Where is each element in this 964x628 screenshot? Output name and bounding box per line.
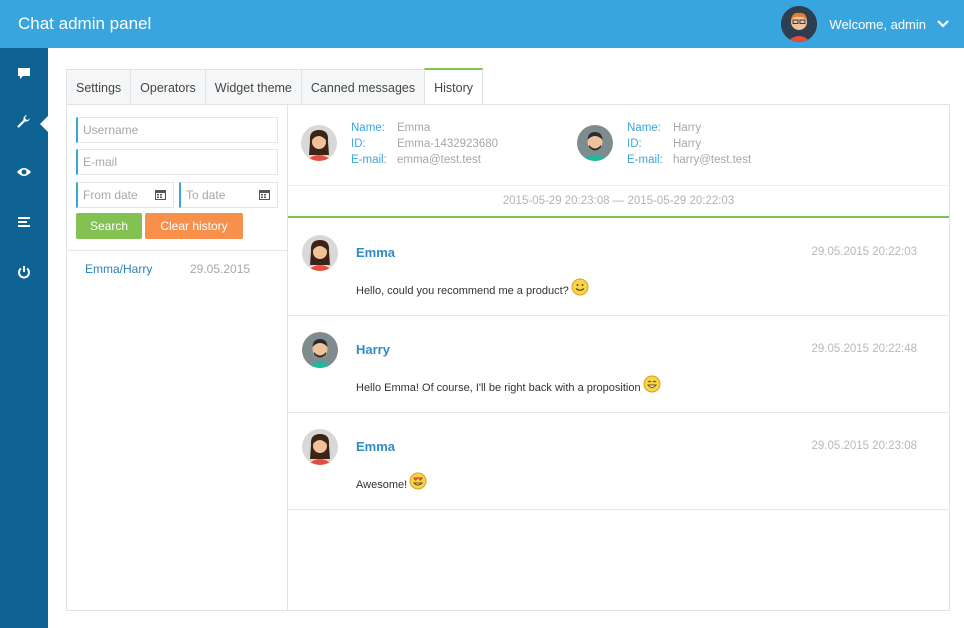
grin-emoji-icon [643, 375, 661, 393]
tab-widget-theme[interactable]: Widget theme [204, 69, 301, 105]
id-label: ID: [351, 138, 366, 150]
message-author: Emma [356, 245, 396, 260]
emma-avatar [301, 125, 337, 161]
email-label: E-mail: [627, 154, 663, 166]
id-label: ID: [627, 138, 642, 150]
participant-emma-info: Name: Emma ID: Emma-1432923680 E-mail: emma… [351, 120, 498, 168]
from-date-input[interactable]: From date [76, 182, 174, 208]
top-bar: Chat admin panel Welcome, admin [0, 0, 964, 48]
message-text: Hello, could you recommend me a product? [356, 285, 569, 297]
clear-history-button[interactable]: Clear history [145, 213, 243, 239]
participant-email: harry@test.test [673, 154, 752, 166]
name-label: Name: [627, 122, 661, 134]
participant-id: Harry [673, 138, 702, 150]
chat-icon[interactable] [14, 64, 34, 84]
search-button[interactable]: Search [76, 213, 142, 239]
eye-icon[interactable] [14, 162, 34, 182]
message-time: 29.05.2015 20:23:08 [811, 440, 917, 452]
participant-name: Harry [673, 122, 702, 134]
tab-canned-messages[interactable]: Canned messages [300, 69, 425, 105]
smile-emoji-icon [571, 278, 589, 296]
wrench-icon[interactable] [14, 112, 34, 132]
message-item: Emma 29.05.2015 20:23:08 Awesome! [288, 413, 949, 510]
heart-eyes-emoji-icon [409, 472, 427, 490]
email-label: E-mail: [351, 154, 387, 166]
message-item: Emma 29.05.2015 20:22:03 Hello, could yo… [288, 219, 949, 316]
list-icon[interactable] [14, 212, 34, 232]
divider [67, 250, 287, 251]
tab-settings[interactable]: Settings [66, 69, 131, 105]
participants-header: Name: Emma ID: Emma-1432923680 E-mail: emma… [288, 105, 949, 185]
name-label: Name: [351, 122, 385, 134]
calendar-icon[interactable] [155, 189, 166, 200]
chat-date-range: 2015-05-29 20:23:08 — 2015-05-29 20:22:0… [288, 185, 949, 218]
tab-bar: Settings Operators Widget theme Canned m… [66, 68, 484, 105]
welcome-text: Welcome, admin [829, 16, 926, 32]
admin-avatar [781, 6, 818, 42]
tab-history[interactable]: History [424, 68, 484, 105]
emma-avatar [302, 429, 338, 465]
chevron-down-icon[interactable] [936, 17, 950, 31]
message-body: Hello Emma! Of course, I'll be right bac… [356, 375, 661, 397]
message-time: 29.05.2015 20:22:48 [811, 343, 917, 355]
calendar-icon[interactable] [259, 189, 270, 200]
user-menu[interactable]: Welcome, admin [781, 6, 950, 42]
message-text: Hello Emma! Of course, I'll be right bac… [356, 382, 641, 394]
tab-operators[interactable]: Operators [130, 69, 205, 105]
to-date-input[interactable]: To date [179, 182, 278, 208]
message-time: 29.05.2015 20:22:03 [811, 246, 917, 258]
message-item: Harry 29.05.2015 20:22:48 Hello Emma! Of… [288, 316, 949, 413]
message-body: Awesome! [356, 472, 427, 494]
to-date-placeholder: To date [186, 188, 226, 202]
power-icon[interactable] [14, 262, 34, 282]
harry-avatar [302, 332, 338, 368]
participant-name: Emma [397, 122, 431, 134]
harry-avatar [577, 125, 613, 161]
participant-email: emma@test.test [397, 154, 481, 166]
sidebar [0, 48, 48, 628]
filter-column [66, 104, 288, 611]
emma-avatar [302, 235, 338, 271]
message-text: Awesome! [356, 479, 408, 491]
participant-id: Emma-1432923680 [397, 138, 499, 150]
username-input[interactable]: Username [76, 117, 278, 143]
history-item-date: 29.05.2015 [190, 262, 251, 276]
active-indicator [40, 116, 48, 132]
from-date-placeholder: From date [83, 188, 138, 202]
email-input[interactable]: E-mail [76, 149, 278, 175]
participant-harry-info: Name: Harry ID: Harry E-mail: harry@test.te… [627, 120, 751, 168]
history-item-name[interactable]: Emma/Harry [85, 262, 152, 276]
app-title: Chat admin panel [18, 14, 152, 33]
message-author: Emma [356, 439, 396, 454]
message-body: Hello, could you recommend me a product? [356, 278, 589, 300]
message-author: Harry [356, 342, 390, 357]
